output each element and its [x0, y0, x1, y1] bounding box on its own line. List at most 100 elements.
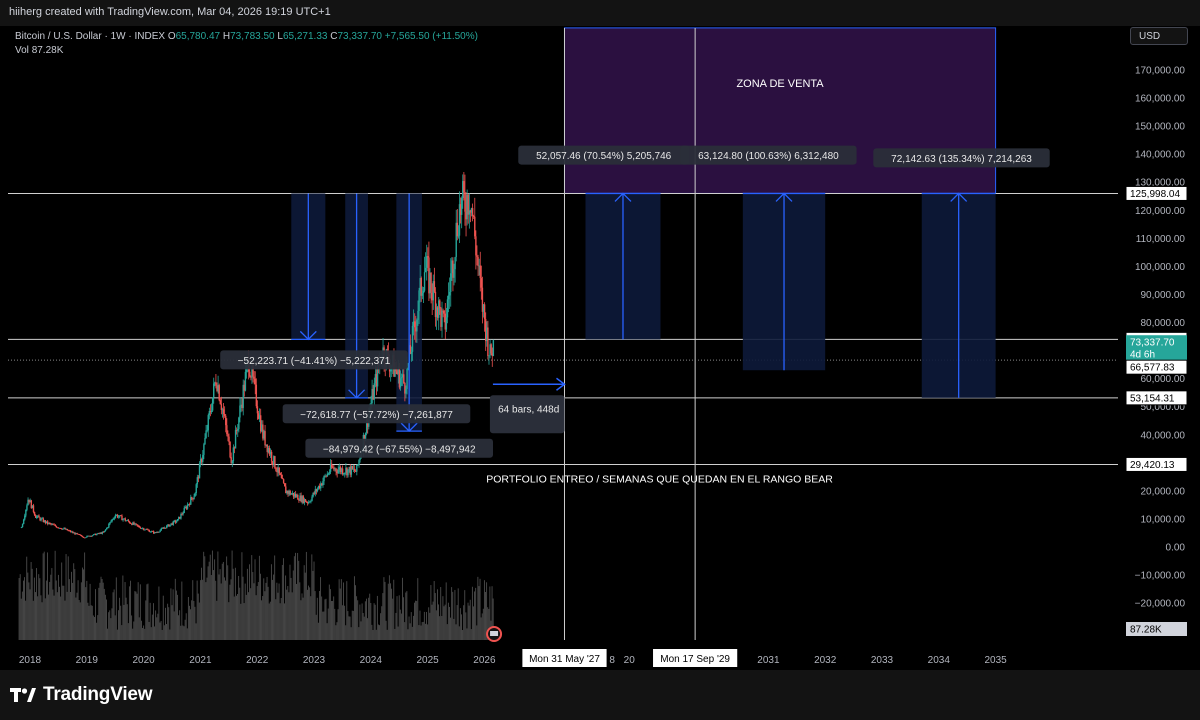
volume-bar	[339, 588, 341, 640]
candle-body	[310, 500, 312, 502]
volume-bar	[476, 625, 478, 640]
volume-bar	[199, 580, 201, 640]
volume-bar	[146, 584, 148, 640]
volume-bar	[143, 625, 145, 640]
volume-bar	[376, 595, 378, 640]
chart-area[interactable]: ZONA DE VENTA −52,223.71 (−41.41%) −5,222…	[0, 26, 1200, 670]
volume-bar	[66, 591, 68, 640]
x-tick-label: 2020	[132, 655, 155, 666]
volume-bar	[443, 606, 445, 640]
volume-bar	[169, 629, 171, 640]
volume-bar	[221, 563, 223, 640]
volume-bar	[218, 574, 220, 640]
candle-body	[416, 319, 418, 332]
price-chart[interactable]: ZONA DE VENTA −52,223.71 (−41.41%) −5,222…	[0, 26, 1200, 670]
volume-bar	[79, 602, 81, 640]
candle-body	[220, 404, 223, 410]
volume-bar	[254, 559, 256, 640]
candle-body	[205, 430, 207, 439]
candle-body	[227, 434, 229, 437]
candle-body	[446, 299, 449, 318]
volume-bar	[24, 577, 26, 640]
volume-bar	[237, 593, 239, 640]
volume-bar	[125, 597, 127, 640]
candle-body	[456, 222, 459, 237]
volume-bar	[374, 604, 376, 640]
currency-selector[interactable]: USD	[1130, 27, 1188, 45]
candle-body	[117, 516, 120, 518]
volume-bar	[274, 555, 276, 640]
candle-body	[182, 512, 184, 515]
candle-body	[256, 406, 259, 414]
volume-bar	[396, 596, 398, 640]
volume-bar	[312, 570, 314, 640]
volume-bar	[113, 589, 115, 640]
volume-bar	[167, 603, 169, 640]
volume-bar	[349, 616, 351, 640]
volume-bar	[91, 605, 93, 640]
volume-bar	[451, 587, 453, 640]
volume-bar	[373, 603, 375, 640]
volume-bar	[245, 594, 247, 640]
volume-bar	[439, 616, 441, 640]
price-axis-layer: −20,000.00 −10,000.00 0.00 10,000.00 20,000.…	[1120, 26, 1200, 646]
volume-bar	[348, 616, 350, 640]
volume-bar	[135, 591, 137, 640]
volume-bar	[363, 616, 365, 640]
volume-bar	[416, 600, 418, 640]
candle-body	[439, 300, 441, 309]
candle-body	[356, 464, 358, 472]
volume-bar	[264, 591, 266, 640]
volume-bar	[286, 589, 288, 640]
candle-body	[426, 256, 428, 268]
candle-body	[159, 530, 161, 532]
volume-bar	[481, 613, 483, 640]
volume-bar	[174, 578, 176, 640]
x-tick-label: 2031	[757, 655, 780, 666]
volume-bar	[313, 561, 315, 640]
volume-bar	[458, 626, 460, 640]
volume-bar	[65, 554, 67, 640]
volume-bar	[364, 601, 366, 640]
volume-bar	[269, 601, 271, 640]
y-tick-label: 110,000.00	[1136, 234, 1186, 245]
volume-bar	[400, 613, 402, 640]
candle-body	[109, 522, 111, 524]
volume-bar	[276, 582, 278, 640]
volume-bar	[314, 591, 316, 640]
candle-body	[166, 525, 168, 529]
volume-bar	[85, 587, 87, 640]
volume-bar	[398, 595, 400, 640]
volume-bar	[335, 625, 337, 640]
volume-bar	[346, 581, 348, 640]
x-tick-label: 2035	[984, 655, 1007, 666]
volume-bar	[322, 611, 324, 640]
candle-body	[490, 344, 492, 354]
volume-bar	[158, 586, 160, 640]
volume-bar	[350, 627, 352, 640]
volume-bar	[386, 629, 388, 640]
y-tick-label: −10,000.00	[1135, 571, 1186, 582]
volume-bar	[124, 582, 126, 640]
volume-bar	[404, 622, 406, 640]
volume-bar	[63, 585, 65, 640]
volume-bar	[296, 583, 297, 640]
volume-bar	[307, 589, 308, 640]
tradingview-logo[interactable]: TradingView	[10, 684, 153, 706]
candle-body	[232, 447, 235, 462]
volume-bar	[297, 552, 299, 640]
low-value: 65,271.33	[282, 31, 328, 42]
volume-bar	[469, 599, 471, 640]
volume-bar	[110, 618, 112, 640]
volume-bar	[266, 576, 268, 640]
volume-bar	[478, 586, 480, 640]
candle-body	[403, 374, 405, 384]
volume-bar	[424, 623, 426, 640]
volume-bar	[202, 579, 204, 640]
volume-bar	[68, 579, 70, 640]
volume-bar	[298, 560, 300, 640]
volume-bar	[446, 624, 448, 640]
volume-value: 87.28K	[31, 45, 64, 56]
candle-body	[244, 371, 247, 391]
volume-bar	[189, 605, 190, 640]
